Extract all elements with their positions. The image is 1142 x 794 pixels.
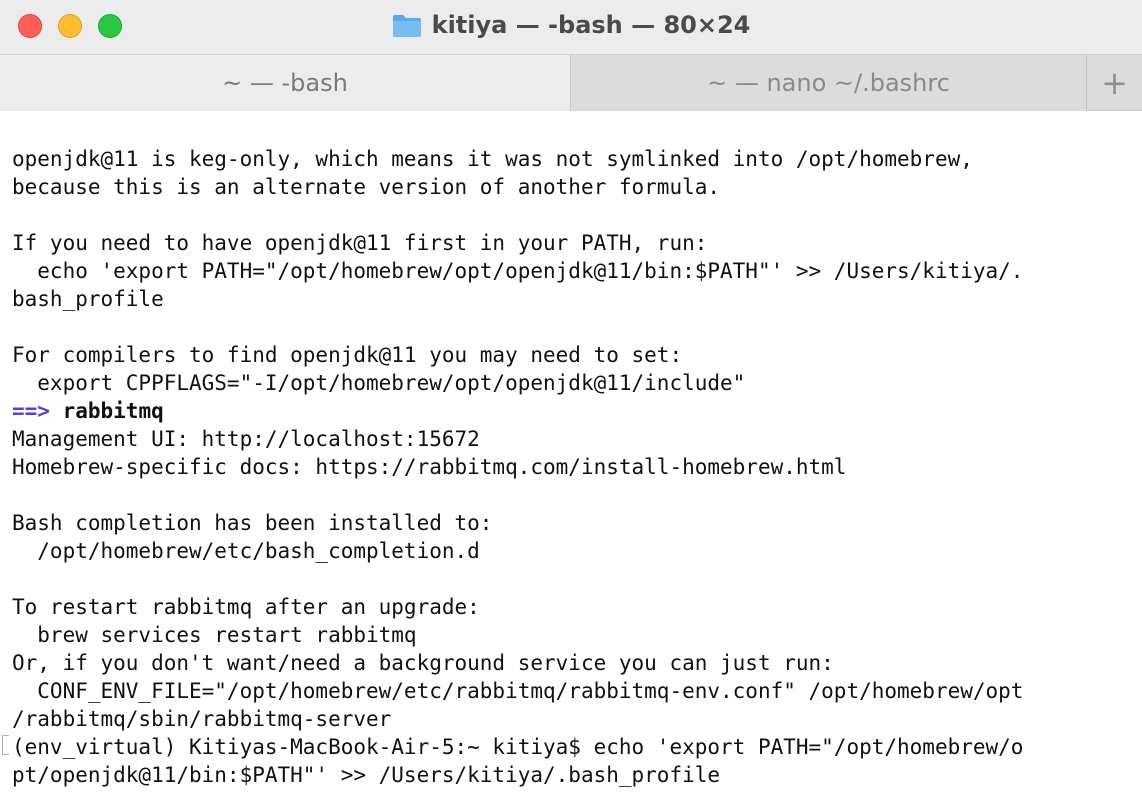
terminal-line: echo 'export PATH="/opt/homebrew/opt/ope… — [12, 259, 1024, 283]
terminal-line: /rabbitmq/sbin/rabbitmq-server — [12, 707, 392, 731]
terminal-output[interactable]: openjdk@11 is keg-only, which means it w… — [0, 111, 1142, 794]
terminal-line: brew services restart rabbitmq — [12, 623, 417, 647]
terminal-window: kitiya — -bash — 80×24 ~ — -bash ~ — nan… — [0, 0, 1142, 794]
tab-nano-bashrc[interactable]: ~ — nano ~/.bashrc — [571, 55, 1087, 111]
terminal-line: Or, if you don't want/need a background … — [12, 651, 834, 675]
section-header-line: ==> rabbitmq — [12, 397, 164, 425]
terminal-line: openjdk@11 is keg-only, which means it w… — [12, 147, 973, 171]
window-title: kitiya — -bash — 80×24 — [431, 11, 751, 39]
plus-icon: + — [1101, 64, 1128, 102]
folder-icon — [392, 15, 421, 37]
terminal-line: Homebrew-specific docs: https://rabbitmq… — [12, 455, 847, 479]
new-tab-button[interactable]: + — [1087, 55, 1142, 111]
terminal-line: To restart rabbitmq after an upgrade: — [12, 595, 480, 619]
terminal-line: For compilers to find openjdk@11 you may… — [12, 343, 683, 367]
terminal-line: because this is an alternate version of … — [12, 175, 721, 199]
terminal-line: Bash completion has been installed to: — [12, 511, 493, 535]
title-bar[interactable]: kitiya — -bash — 80×24 — [0, 0, 1142, 54]
tab-bash[interactable]: ~ — -bash — [0, 55, 571, 111]
prompt-line-continued: pt/openjdk@11/bin:$PATH"' >> /Users/kiti… — [12, 763, 721, 787]
terminal-line: export CPPFLAGS="-I/opt/homebrew/opt/ope… — [12, 371, 746, 395]
terminal-line: If you need to have openjdk@11 first in … — [12, 231, 708, 255]
terminal-line: /opt/homebrew/etc/bash_completion.d — [12, 539, 480, 563]
window-title-container: kitiya — -bash — 80×24 — [0, 0, 1142, 50]
tab-bar: ~ — -bash ~ — nano ~/.bashrc + — [0, 54, 1142, 111]
terminal-line: Management UI: http://localhost:15672 — [12, 427, 480, 451]
terminal-line: bash_profile — [12, 287, 164, 311]
section-arrow: ==> — [12, 399, 50, 423]
prompt-line: (env_virtual) Kitiyas-MacBook-Air-5:~ ki… — [12, 735, 1024, 759]
section-name: rabbitmq — [62, 399, 164, 423]
terminal-line: CONF_ENV_FILE="/opt/homebrew/etc/rabbitm… — [12, 679, 1024, 703]
line-mark-icon — [2, 735, 9, 755]
